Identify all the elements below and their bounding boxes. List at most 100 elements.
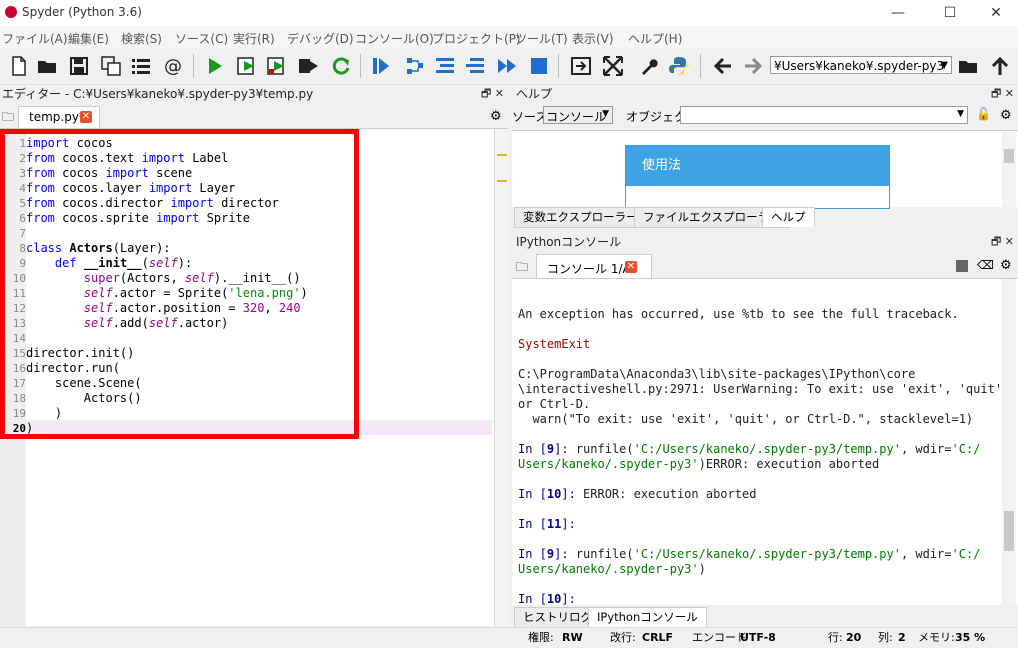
code-line-2: from cocos.text import Label [26,151,229,165]
gear-icon[interactable]: ⚙ [1000,108,1012,123]
line-number: 1 [19,137,26,150]
line-number: 5 [19,197,26,210]
console-tab-label: コンソール 1/A [547,262,631,276]
working-directory-value: ¥Users¥kaneko¥.spyder-py3 [774,59,945,73]
menu-source[interactable]: ソース(C) [175,30,228,47]
menu-file[interactable]: ファイル(A) [2,30,68,47]
code-area[interactable]: import cocos from cocos.text import Labe… [26,129,494,626]
toolbar: @ ¥Users¥kaneko¥.spyder-py3 ▼ [0,48,1018,85]
pane-undock-close-icon[interactable]: 🗗 ✕ [991,233,1014,251]
line-number-gutter: 1 2 3 4 5 6 7 8 9 10 11 12 13 14 15 16 1… [0,129,26,626]
lock-icon[interactable]: 🔓 [976,107,991,121]
console-line: In [11]: [518,517,576,531]
line-number: 10 [12,272,26,285]
maximize-button[interactable]: ☐ [930,2,970,24]
line-number: 14 [12,332,26,345]
stop-icon[interactable] [528,55,550,77]
working-directory-combobox[interactable]: ¥Users¥kaneko¥.spyder-py3 ▼ [770,56,952,74]
minimize-button[interactable]: — [878,2,918,24]
step-return-icon[interactable] [464,55,486,77]
console-line: Users/kaneko/.spyder-py3')ERROR: executi… [518,457,880,471]
menu-tools[interactable]: ツール(T) [515,30,568,47]
console-line: In [10]: [518,592,576,605]
tab-variable-explorer[interactable]: 変数エクスプローラー [514,207,647,228]
console-output[interactable]: An exception has occurred, use %tb to se… [512,278,1018,605]
step-into-icon[interactable] [434,55,456,77]
list-icon[interactable] [130,55,152,77]
source-select[interactable]: コンソール ▼ [543,106,613,124]
console-scrollbar[interactable] [1002,279,1016,605]
menu-search[interactable]: 検索(S) [121,30,162,47]
close-button[interactable]: ✕ [976,2,1016,24]
menu-help[interactable]: ヘルプ(H) [628,30,682,47]
run-cell-advance-icon[interactable] [266,55,288,77]
tab-help[interactable]: ヘルプ [762,207,815,227]
stop-icon[interactable] [956,260,968,272]
menu-bar: ファイル(A) 編集(E) 検索(S) ソース(C) 実行(R) デバッグ(D)… [0,26,1018,48]
rerun-icon[interactable] [330,55,352,77]
fullscreen-icon[interactable] [602,55,624,77]
line-number: 19 [12,407,26,420]
scrollbar-thumb[interactable] [1004,511,1014,551]
browse-tabs-icon[interactable]: 🗀 [516,258,528,279]
run-selection-icon[interactable] [297,55,319,77]
back-arrow-icon[interactable] [712,55,734,77]
open-folder-icon[interactable] [36,55,58,77]
pane-undock-close-icon[interactable]: 🗗 ✕ [991,85,1014,103]
up-arrow-icon[interactable] [989,55,1011,77]
line-number: 11 [12,287,26,300]
editor-tab-label: temp.py* [29,110,85,124]
object-combobox[interactable]: ▼ [680,106,968,124]
continue-icon[interactable] [496,55,518,77]
at-icon[interactable]: @ [162,55,184,77]
new-file-icon[interactable] [8,55,30,77]
editor-scrollbar[interactable] [494,129,509,626]
console-title: IPythonコンソール [516,235,622,249]
help-scrollbar[interactable] [1002,131,1016,207]
line-number: 7 [19,227,26,240]
status-line-label: 行: [828,631,843,644]
save-all-icon[interactable] [100,55,122,77]
pane-undock-close-icon[interactable]: 🗗 ✕ [481,85,504,103]
svg-text:@: @ [164,56,182,77]
code-editor[interactable]: 1 2 3 4 5 6 7 8 9 10 11 12 13 14 15 16 1… [0,128,509,626]
code-line-13: self.add(self.actor) [83,316,229,330]
menu-edit[interactable]: 編集(E) [68,30,109,47]
line-number: 9 [19,257,26,270]
maximize-pane-icon[interactable] [570,55,592,77]
status-permissions: RW [562,631,583,644]
tab-ipython-console[interactable]: IPythonコンソール [588,607,707,627]
menu-debug[interactable]: デバッグ(D) [287,30,354,47]
help-title: ヘルプ [516,87,553,101]
status-permissions-label: 権限: [528,631,554,644]
step-icon[interactable] [404,55,426,77]
save-icon[interactable] [68,55,90,77]
run-cell-icon[interactable] [236,55,258,77]
current-line-highlight [26,420,492,435]
console-tab-1a[interactable]: コンソール 1/A ✕ [536,254,652,279]
close-tab-icon[interactable]: ✕ [80,111,92,123]
editor-title: エディター - C:¥Users¥kaneko¥.spyder-py3¥temp… [2,87,314,101]
menu-run[interactable]: 実行(R) [233,30,275,47]
code-line-8: class Actors(Layer): [26,241,171,255]
wrench-icon[interactable] [638,55,660,77]
console-pane-header: IPythonコンソール 🗗 ✕ [512,233,1018,251]
forward-arrow-icon[interactable] [742,55,764,77]
line-number: 18 [12,392,26,405]
browse-folder-icon[interactable] [957,55,979,77]
spyder-logo-icon [5,6,17,18]
editor-tab-temp-py[interactable]: temp.py* ✕ [18,106,100,128]
python-icon[interactable] [668,55,690,77]
run-icon[interactable] [204,55,226,77]
browse-tabs-icon[interactable]: 🗀 [2,108,14,129]
status-encoding-label: エンコード [692,631,747,644]
status-encoding: UTF-8 [740,631,776,644]
eraser-icon[interactable]: ⌫ [977,258,994,272]
gear-icon[interactable]: ⚙ [490,109,502,124]
menu-view[interactable]: 表示(V) [572,30,614,47]
gear-icon[interactable]: ⚙ [1000,258,1012,273]
menu-project[interactable]: プロジェクト(P) [432,30,521,47]
menu-console[interactable]: コンソール(O) [355,30,434,47]
debug-icon[interactable] [370,55,392,77]
close-tab-icon[interactable]: ✕ [625,261,637,273]
